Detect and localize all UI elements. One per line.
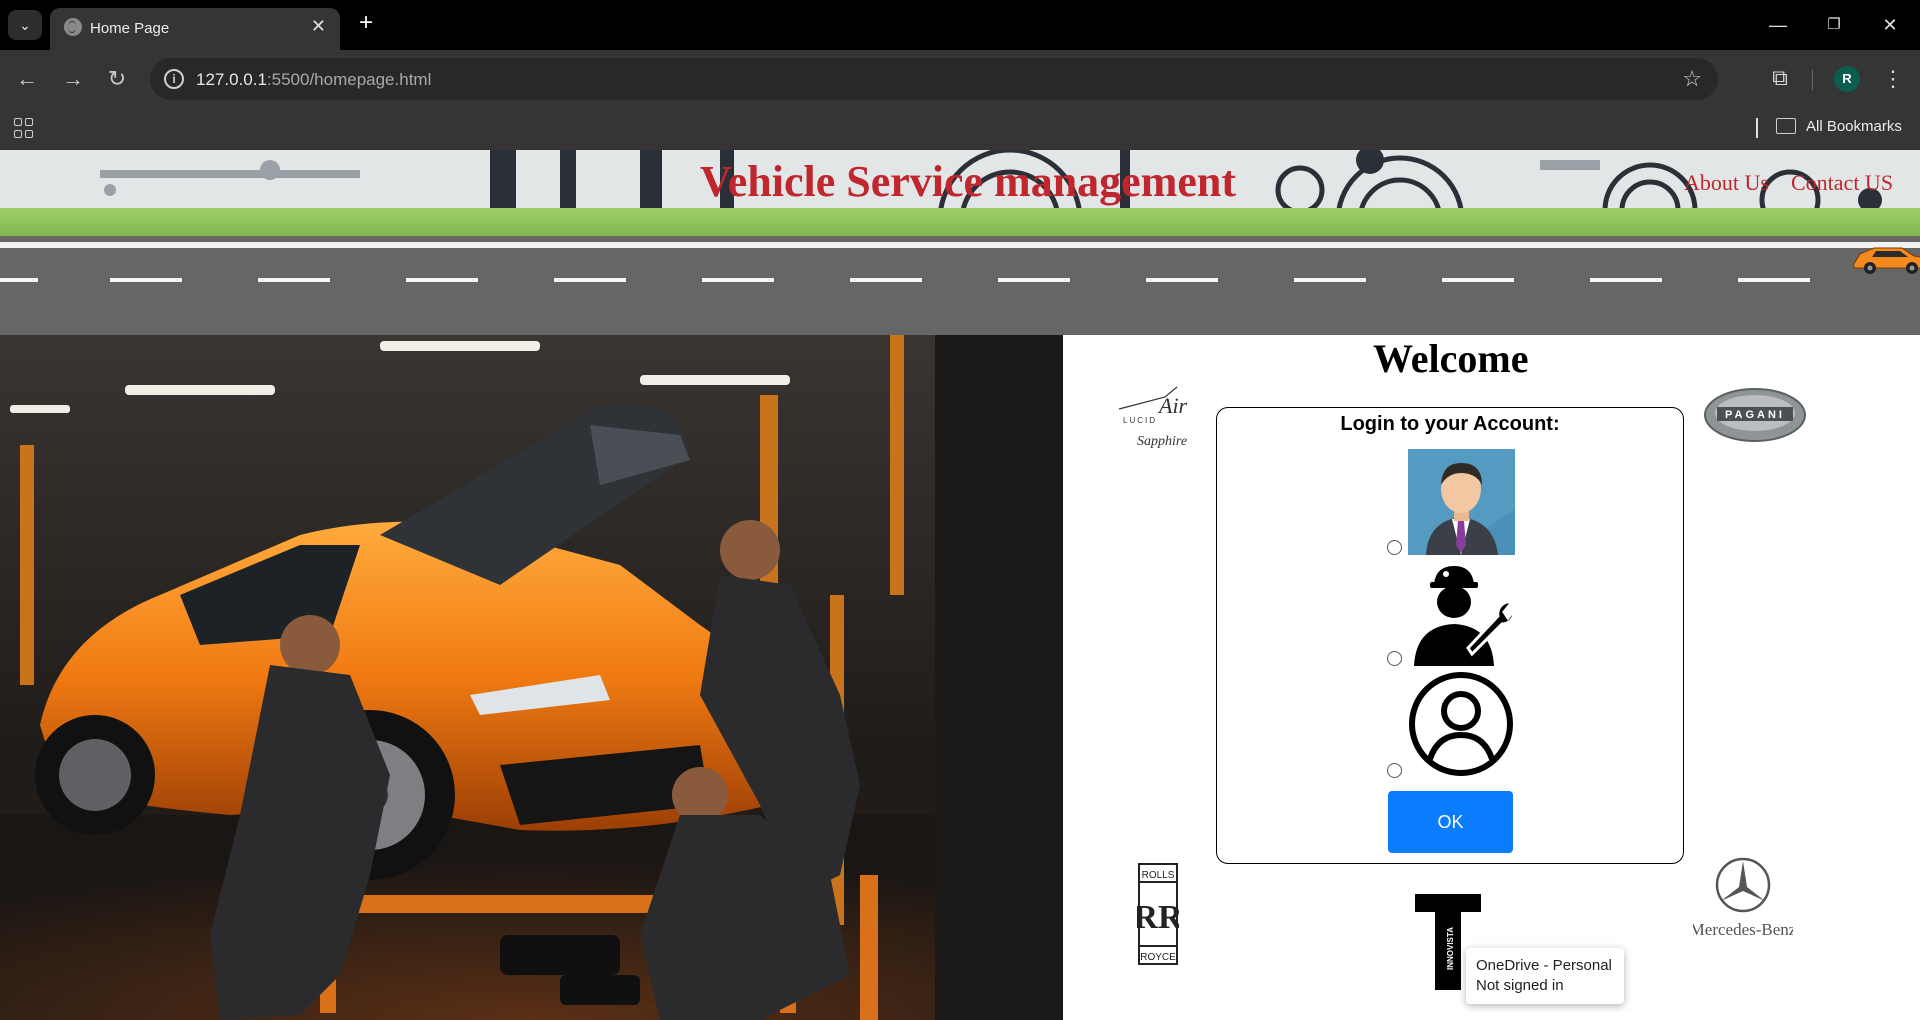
role-radio-admin[interactable]: [1387, 540, 1402, 555]
menu-icon[interactable]: ⋮: [1882, 64, 1904, 94]
road: [0, 236, 1920, 335]
url-path: :5500/homepage.html: [266, 70, 432, 89]
svg-text:Mercedes-Benz: Mercedes-Benz: [1693, 920, 1793, 939]
svg-text:INNOVISTA: INNOVISTA: [1446, 927, 1455, 970]
animated-car-icon: [1853, 247, 1920, 274]
mechanics-garage-photo: [0, 335, 1063, 1020]
tab-title: Home Page: [90, 20, 170, 37]
folder-icon[interactable]: [1776, 118, 1796, 134]
nav-about-us[interactable]: About Us: [1684, 170, 1769, 196]
svg-text:PAGANI: PAGANI: [1725, 409, 1785, 421]
ok-button[interactable]: OK: [1388, 791, 1513, 853]
role-radio-mechanic[interactable]: [1387, 651, 1402, 666]
svg-text:ROYCE: ROYCE: [1140, 952, 1176, 963]
role-radio-user[interactable]: [1387, 763, 1402, 778]
reload-icon[interactable]: ↻: [102, 64, 132, 94]
restore-icon[interactable]: ❐: [1814, 10, 1854, 40]
site-title: Vehicle Service management: [700, 157, 1237, 206]
login-panel: Welcome Air LUCID Sapphire PAGANI Login …: [1063, 335, 1920, 1020]
minimize-icon[interactable]: —: [1758, 10, 1798, 40]
mechanic-icon[interactable]: [1408, 562, 1515, 668]
star-icon[interactable]: ☆: [1682, 66, 1702, 92]
svg-text:LUCID: LUCID: [1123, 416, 1157, 425]
bookmarks-bar: All Bookmarks: [0, 108, 1920, 150]
road-dash: [110, 278, 182, 282]
lucid-air-logo: Air LUCID Sapphire: [1118, 386, 1188, 449]
nav-contact-us[interactable]: Contact US: [1791, 170, 1893, 196]
road-dash: [850, 278, 922, 282]
bookmarks-divider: [1756, 118, 1758, 138]
profile-avatar[interactable]: R: [1834, 66, 1860, 92]
login-title: Login to your Account:: [1340, 413, 1560, 435]
svg-text:Air: Air: [1157, 393, 1188, 418]
tooltip-line-1: OneDrive - Personal: [1476, 957, 1612, 974]
road-dash: [1590, 278, 1662, 282]
tooltip-line-2: Not signed in: [1476, 977, 1564, 994]
onedrive-tooltip: OneDrive - Personal Not signed in: [1466, 948, 1624, 1004]
close-window-icon[interactable]: ✕: [1870, 10, 1910, 40]
back-icon[interactable]: ←: [12, 64, 42, 94]
road-dash: [1738, 278, 1810, 282]
welcome-heading: Welcome: [1373, 336, 1529, 381]
login-form: Login to your Account: OK: [1216, 407, 1684, 864]
road-dash: [1146, 278, 1218, 282]
extensions-icon[interactable]: ⧉: [1766, 64, 1794, 92]
all-bookmarks-link[interactable]: All Bookmarks: [1806, 118, 1902, 135]
rolls-royce-logo: ROLLS RR ROYCE: [1137, 863, 1179, 965]
road-edge-line: [0, 242, 1920, 248]
address-bar[interactable]: i 127.0.0.1:5500/homepage.html ☆: [150, 58, 1718, 100]
tab-search-icon[interactable]: ⌄: [8, 10, 42, 40]
svg-text:Sapphire: Sapphire: [1137, 434, 1187, 449]
svg-text:ROLLS: ROLLS: [1142, 870, 1175, 881]
road-dash: [998, 278, 1070, 282]
tab-strip: ⌄ Home Page ✕ + — ❐ ✕: [0, 0, 1920, 50]
mercedes-benz-logo: Mercedes-Benz: [1693, 857, 1793, 939]
svg-text:RR: RR: [1137, 899, 1179, 936]
road-dash: [1294, 278, 1366, 282]
globe-icon: [64, 18, 82, 36]
user-icon[interactable]: [1408, 671, 1515, 777]
web-page: Vehicle Service management About Us Cont…: [0, 150, 1920, 1020]
road-dash: [0, 278, 38, 282]
toolbar-divider: [1812, 70, 1813, 90]
browser-toolbar: ← → ↻ i 127.0.0.1:5500/homepage.html ☆ ⧉…: [0, 50, 1920, 108]
grass-strip: [0, 208, 1920, 236]
close-icon[interactable]: ✕: [311, 16, 326, 37]
plus-icon[interactable]: +: [352, 8, 380, 38]
info-icon[interactable]: i: [164, 69, 184, 89]
pagani-logo: PAGANI: [1704, 388, 1806, 442]
admin-avatar-icon[interactable]: [1408, 449, 1515, 555]
road-dash: [554, 278, 626, 282]
apps-icon[interactable]: [14, 118, 34, 138]
road-dash: [702, 278, 774, 282]
url-text[interactable]: 127.0.0.1:5500/homepage.html: [196, 70, 431, 90]
header-banner: Vehicle Service management About Us Cont…: [0, 150, 1920, 335]
tab-home-page[interactable]: Home Page ✕: [50, 8, 340, 50]
road-dash: [406, 278, 478, 282]
road-dash: [1442, 278, 1514, 282]
url-host: 127.0.0.1: [196, 70, 267, 89]
road-dash: [258, 278, 330, 282]
forward-icon[interactable]: →: [58, 64, 88, 94]
